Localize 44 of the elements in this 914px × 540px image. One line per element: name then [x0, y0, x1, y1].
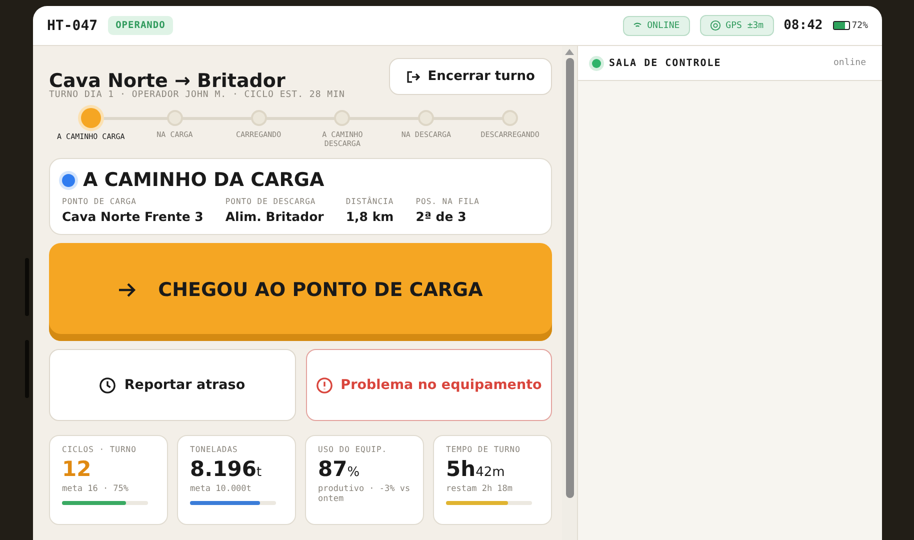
stat-label: CICLOS · TURNO [62, 445, 138, 454]
equipment-problem-button[interactable]: Problema no equipamento [306, 349, 552, 421]
gps-chip: GPS ±3m [700, 15, 774, 36]
report-delay-button[interactable]: Reportar atraso [49, 349, 296, 421]
wifi-icon [633, 22, 642, 29]
end-shift-button[interactable]: Encerrar turno [388, 58, 552, 95]
stat-note: meta 10.000t [190, 484, 252, 494]
clock-time: 08:42 [784, 18, 823, 33]
field-label: PONTO DE CARGA [62, 197, 138, 206]
location-icon [710, 20, 721, 31]
stat-value: 12 [62, 457, 92, 481]
stat-value: 5h42m [446, 457, 506, 481]
field-value: Cava Norte Frente 3 [62, 209, 204, 224]
stat-label: USO DO EQUIP. [318, 445, 388, 454]
status-badge: OPERANDO [108, 16, 174, 35]
scrollbar-thumb[interactable] [566, 58, 574, 498]
field-label: PONTO DE DESCARGA [225, 197, 317, 206]
field-value: Alim. Britador [225, 209, 324, 224]
unit-id: HT-047 [47, 18, 98, 34]
arrived-button[interactable]: CHEGOU AO PONTO DE CARGA [49, 243, 552, 341]
scroll-up-icon [565, 49, 574, 55]
stat-note: restam 2h 18m [446, 484, 514, 494]
connection-status: online [833, 58, 866, 68]
network-chip: ONLINE [623, 16, 690, 36]
stat-value: 8.196t [190, 457, 263, 481]
logout-icon [406, 70, 420, 84]
stat-value: 87% [318, 457, 361, 481]
battery-percent: 72% [852, 20, 868, 30]
status-title: A CAMINHO DA CARGA [83, 169, 324, 191]
stat-note: produtivo · -3% vs ontem [318, 484, 411, 504]
alert-icon [316, 376, 333, 394]
battery-icon [832, 21, 850, 30]
control-room-title: SALA DE CONTROLE [609, 58, 722, 68]
arrow-right-icon [118, 282, 136, 298]
clock-icon [99, 376, 116, 394]
route-title: Cava Norte → Britador [49, 70, 286, 92]
stat-note: meta 16 · 75% [62, 484, 130, 494]
shift-info: TURNO DIA 1 · OPERADOR JOHN M. · CICLO EST. 28 MIN [49, 90, 345, 100]
field-label: DISTÂNCIA [346, 197, 394, 206]
field-value: 2ª de 3 [416, 209, 468, 224]
stat-label: TONELADAS [190, 445, 239, 454]
stat-label: TEMPO DE TURNO [446, 445, 522, 454]
field-label: POS. NA FILA [416, 197, 480, 206]
field-value: 1,8 km [346, 209, 394, 224]
